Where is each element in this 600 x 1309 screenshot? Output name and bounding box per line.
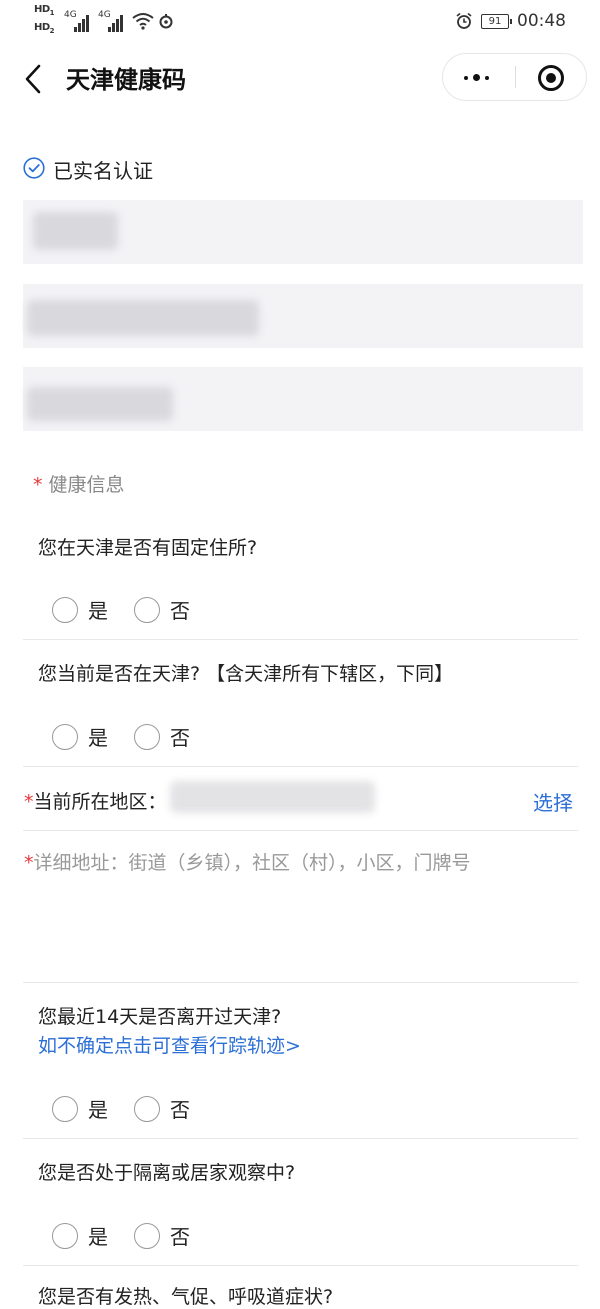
detailed-address-input[interactable]: *详细地址：街道（乡镇），社区（村），小区，门牌号 [24,848,578,972]
alarm-icon [456,12,472,29]
signal-1-icon [74,14,94,32]
radio-circle-icon [52,596,78,623]
view-travel-record-link[interactable]: 如不确定点击可查看行踪轨迹> [38,1031,301,1058]
verified-label: 已实名认证 [53,159,153,183]
radio-group-quarantine: 是 否 [52,1221,216,1250]
id-number-field[interactable] [23,284,583,348]
current-region-value [170,781,375,813]
divider [23,1138,578,1139]
name-field[interactable] [23,200,583,264]
radio-circle-icon [52,1222,78,1249]
status-bar-left: HD1 HD2 4G 4G [34,4,194,38]
radio-no[interactable]: 否 [134,1094,190,1123]
select-region-button[interactable]: 选择 [533,787,573,816]
divider [23,766,578,767]
health-info-section-label: * 健康信息 [33,474,125,496]
mini-program-capsule [442,53,587,101]
hd1-indicator: HD1 [34,4,55,17]
radio-yes[interactable]: 是 [52,1094,108,1123]
question-left-tianjin-14-days: 您最近14天是否离开过天津? [38,1006,282,1028]
question-symptoms: 您是否有发热、气促、呼吸道症状? [38,1286,334,1308]
radio-circle-icon [134,723,160,750]
question-quarantine: 您是否处于隔离或居家观察中? [38,1162,296,1184]
radio-yes[interactable]: 是 [52,722,108,751]
back-arrow-icon[interactable] [22,62,46,96]
radio-group-currently-in-tianjin: 是 否 [52,722,216,751]
battery-icon: 91 [481,13,512,29]
radio-circle-icon [52,723,78,750]
divider [23,639,578,640]
radio-no[interactable]: 否 [134,595,190,624]
radio-group-left-tianjin: 是 否 [52,1094,216,1123]
verified-check-icon [23,157,45,179]
radio-no[interactable]: 否 [134,722,190,751]
radio-circle-icon [134,1095,160,1122]
capsule-divider [515,66,516,88]
radio-yes[interactable]: 是 [52,1221,108,1250]
clock: 00:48 [517,11,566,31]
hotspot-icon [159,14,173,29]
current-region-label: *当前所在地区： [24,791,167,813]
divider [23,1265,578,1266]
page-title: 天津健康码 [66,66,186,94]
phone-field[interactable] [23,367,583,431]
radio-group-fixed-residence: 是 否 [52,595,216,624]
divider [23,830,578,831]
more-menu-button[interactable] [443,54,515,100]
radio-no[interactable]: 否 [134,1221,190,1250]
radio-circle-icon [52,1095,78,1122]
radio-circle-icon [134,596,160,623]
hd2-indicator: HD2 [34,22,55,35]
status-bar-right: 91 00:48 [455,10,566,32]
radio-circle-icon [134,1222,160,1249]
question-currently-in-tianjin: 您当前是否在天津? 【含天津所有下辖区，下同】 [38,663,454,685]
radio-yes[interactable]: 是 [52,595,108,624]
question-fixed-residence: 您在天津是否有固定住所? [38,537,258,559]
divider [23,982,578,983]
signal-2-icon [108,14,128,32]
wifi-icon [132,13,154,30]
close-miniprogram-icon[interactable] [537,64,565,92]
